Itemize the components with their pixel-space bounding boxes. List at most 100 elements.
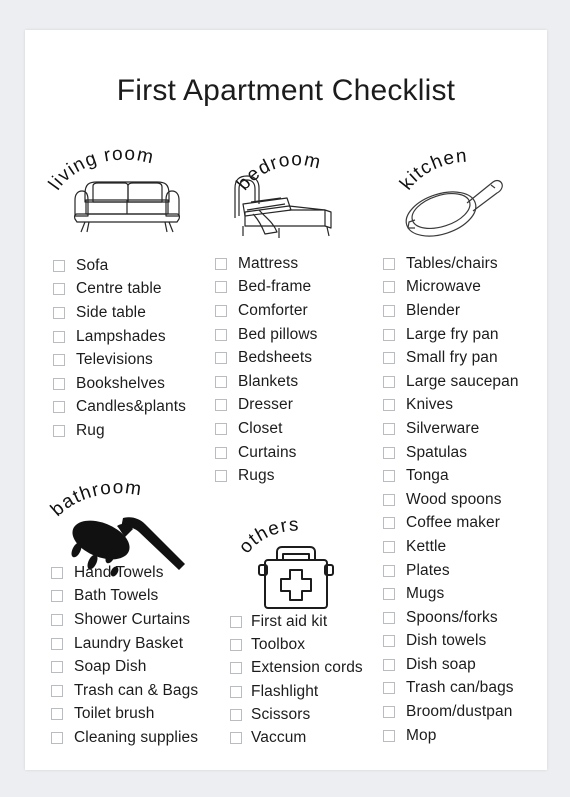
list-item[interactable]: Broom/dustpan — [383, 700, 519, 724]
checkbox[interactable] — [215, 470, 227, 483]
checkbox[interactable] — [383, 493, 395, 506]
list-item[interactable]: Shower Curtains — [51, 608, 198, 632]
list-item[interactable]: Toolbox — [230, 633, 363, 656]
checkbox[interactable] — [215, 375, 227, 388]
list-item[interactable]: Extension cords — [230, 657, 363, 680]
checkbox[interactable] — [383, 257, 395, 270]
checkbox[interactable] — [383, 422, 395, 435]
checkbox[interactable] — [383, 399, 395, 412]
checkbox[interactable] — [383, 611, 395, 624]
list-item[interactable]: Flashlight — [230, 680, 363, 703]
checkbox[interactable] — [383, 304, 395, 317]
list-item[interactable]: Scissors — [230, 703, 363, 726]
list-item[interactable]: Wood spoons — [383, 488, 519, 512]
checkbox[interactable] — [230, 615, 242, 628]
list-item[interactable]: Blender — [383, 299, 519, 323]
list-item[interactable]: Microwave — [383, 276, 519, 300]
checkbox[interactable] — [230, 732, 242, 745]
list-item[interactable]: Large saucepan — [383, 370, 519, 394]
list-item[interactable]: Trash can/bags — [383, 677, 519, 701]
list-item[interactable]: Mugs — [383, 582, 519, 606]
list-item[interactable]: Bed-frame — [215, 276, 318, 300]
checkbox[interactable] — [383, 658, 395, 671]
checkbox[interactable] — [53, 377, 65, 390]
list-item[interactable]: Comforter — [215, 299, 318, 323]
list-item[interactable]: Trash can & Bags — [51, 679, 198, 703]
list-item[interactable]: Curtains — [215, 441, 318, 465]
list-item[interactable]: Laundry Basket — [51, 632, 198, 656]
checkbox[interactable] — [53, 283, 65, 296]
list-item[interactable]: Large fry pan — [383, 323, 519, 347]
checkbox[interactable] — [230, 685, 242, 698]
checkbox[interactable] — [215, 328, 227, 341]
checkbox[interactable] — [383, 446, 395, 459]
list-item[interactable]: Mattress — [215, 252, 318, 276]
checkbox[interactable] — [51, 708, 63, 721]
checkbox[interactable] — [215, 304, 227, 317]
list-item[interactable]: Candles&plants — [53, 396, 186, 420]
checkbox[interactable] — [51, 684, 63, 697]
checkbox[interactable] — [383, 328, 395, 341]
checkbox[interactable] — [383, 352, 395, 365]
list-item[interactable]: Hand Towels — [51, 561, 198, 585]
checkbox[interactable] — [215, 281, 227, 294]
checkbox[interactable] — [383, 564, 395, 577]
checkbox[interactable] — [53, 259, 65, 272]
list-item[interactable]: Dresser — [215, 394, 318, 418]
list-item[interactable]: First aid kit — [230, 610, 363, 633]
list-item[interactable]: Vaccum — [230, 726, 363, 749]
list-item[interactable]: Sofa — [53, 254, 186, 278]
checkbox[interactable] — [230, 638, 242, 651]
list-item[interactable]: Closet — [215, 417, 318, 441]
checkbox[interactable] — [230, 662, 242, 675]
checkbox[interactable] — [383, 635, 395, 648]
checkbox[interactable] — [383, 706, 395, 719]
checkbox[interactable] — [383, 540, 395, 553]
checkbox[interactable] — [51, 731, 63, 744]
list-item[interactable]: Bath Towels — [51, 585, 198, 609]
list-item[interactable]: Cleaning supplies — [51, 726, 198, 750]
checkbox[interactable] — [53, 354, 65, 367]
list-item[interactable]: Dish soap — [383, 653, 519, 677]
checkbox[interactable] — [53, 330, 65, 343]
list-item[interactable]: Bed pillows — [215, 323, 318, 347]
checkbox[interactable] — [215, 446, 227, 459]
checkbox[interactable] — [215, 422, 227, 435]
list-item[interactable]: Spatulas — [383, 441, 519, 465]
checkbox[interactable] — [215, 257, 227, 270]
checkbox[interactable] — [51, 613, 63, 626]
list-item[interactable]: Small fry pan — [383, 346, 519, 370]
checkbox[interactable] — [51, 661, 63, 674]
list-item[interactable]: Spoons/forks — [383, 606, 519, 630]
list-item[interactable]: Knives — [383, 394, 519, 418]
checkbox[interactable] — [230, 708, 242, 721]
list-item[interactable]: Tables/chairs — [383, 252, 519, 276]
checkbox[interactable] — [383, 375, 395, 388]
list-item[interactable]: Centre table — [53, 278, 186, 302]
list-item[interactable]: Toilet brush — [51, 703, 198, 727]
list-item[interactable]: Soap Dish — [51, 655, 198, 679]
list-item[interactable]: Plates — [383, 559, 519, 583]
list-item[interactable]: Coffee maker — [383, 512, 519, 536]
list-item[interactable]: Blankets — [215, 370, 318, 394]
list-item[interactable]: Dish towels — [383, 630, 519, 654]
checkbox[interactable] — [383, 281, 395, 294]
checkbox[interactable] — [51, 566, 63, 579]
list-item[interactable]: Silverware — [383, 417, 519, 441]
checkbox[interactable] — [383, 682, 395, 695]
list-item[interactable]: Kettle — [383, 535, 519, 559]
checkbox[interactable] — [53, 401, 65, 414]
checkbox[interactable] — [53, 306, 65, 319]
checkbox[interactable] — [215, 352, 227, 365]
list-item[interactable]: Bedsheets — [215, 346, 318, 370]
list-item[interactable]: Rugs — [215, 464, 318, 488]
checkbox[interactable] — [383, 588, 395, 601]
checkbox[interactable] — [383, 470, 395, 483]
list-item[interactable]: Bookshelves — [53, 372, 186, 396]
checkbox[interactable] — [51, 590, 63, 603]
list-item[interactable]: Side table — [53, 301, 186, 325]
checkbox[interactable] — [383, 517, 395, 530]
list-item[interactable]: Mop — [383, 724, 519, 748]
checkbox[interactable] — [51, 637, 63, 650]
checkbox[interactable] — [215, 399, 227, 412]
